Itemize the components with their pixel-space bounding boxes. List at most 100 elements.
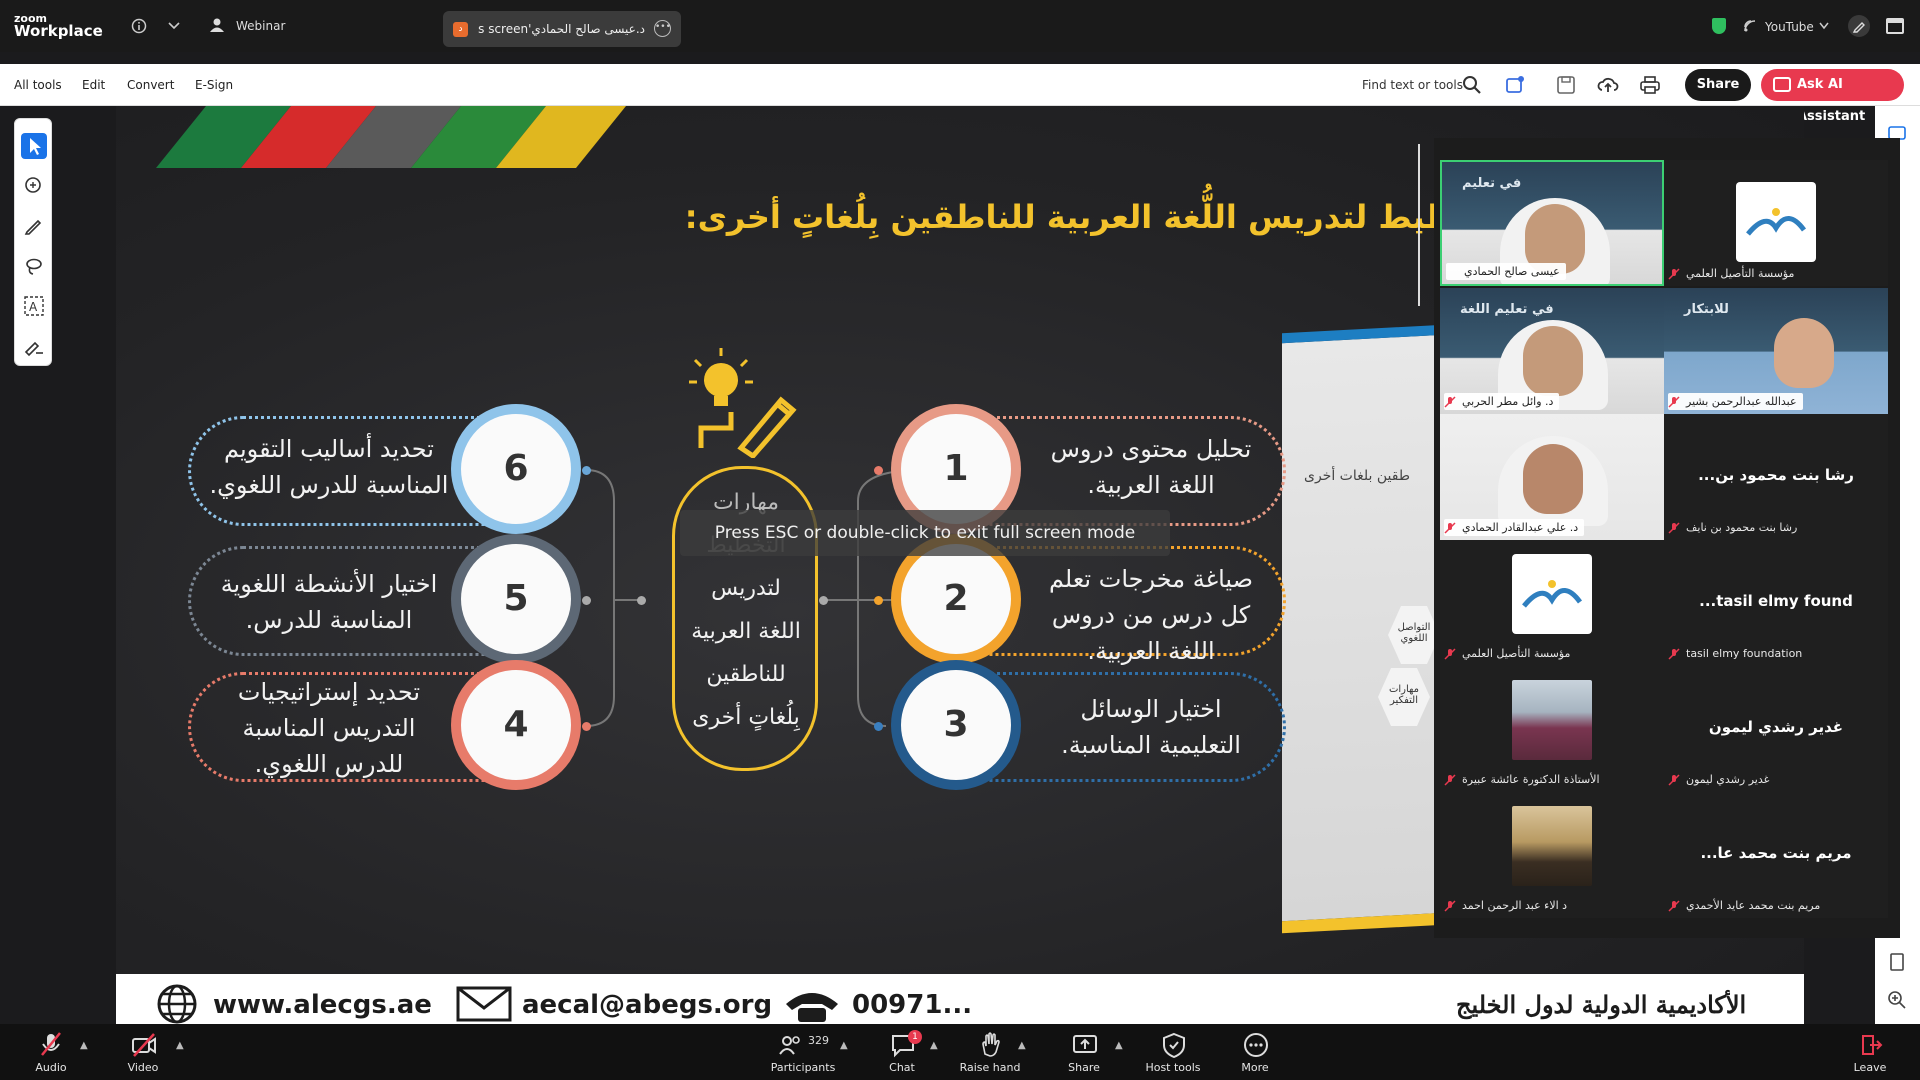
host-tools-button[interactable]: Host tools xyxy=(1128,1030,1218,1076)
participant-tile[interactable]: غدير رشدي ليمون غدير رشدي ليمون xyxy=(1664,666,1888,792)
participant-tile[interactable]: الأستاذة الدكتورة عائشة عبيرة xyxy=(1440,666,1664,792)
participant-tile[interactable]: مريم بنت محمد عا... مريم بنت محمد عايد ا… xyxy=(1664,792,1888,918)
search-icon[interactable] xyxy=(1461,74,1483,96)
menu-e-sign[interactable]: E-Sign xyxy=(195,78,233,92)
step-line: اللغة العربية. xyxy=(1087,471,1215,499)
more-button[interactable]: More xyxy=(1210,1030,1300,1076)
participant-tile[interactable]: د الاء عبد الرحمن احمد xyxy=(1440,792,1664,918)
step-6-text: تحديد أساليب التقويم المناسبة للدرس اللغ… xyxy=(194,431,464,503)
muted-mic-icon xyxy=(1668,900,1680,912)
participant-tile[interactable]: د. علي عبدالقادر الحمادي xyxy=(1440,414,1664,540)
highlight-pen-icon[interactable] xyxy=(21,213,47,239)
backdrop-text: للابتكار xyxy=(1684,302,1729,317)
muted-mic-icon xyxy=(1668,396,1680,408)
connector-dot xyxy=(874,466,883,475)
participant-name: رشا بنت محمود بن نايف xyxy=(1686,521,1798,534)
footer-organization: الأكاديمية الدولية لدول الخليج xyxy=(1456,990,1747,1019)
shared-screen-tab[interactable]: د د.عيسى صالح الحمادي's screen ••• xyxy=(443,11,681,47)
participant-name: مؤسسة التأصيل العلمي xyxy=(1462,647,1571,660)
chat-button[interactable]: 1 Chat xyxy=(857,1030,947,1076)
menu-convert[interactable]: Convert xyxy=(127,78,174,92)
participants-label: Participants xyxy=(770,1061,836,1074)
youtube-stream-label[interactable]: YouTube xyxy=(1765,20,1814,34)
share-options-caret[interactable]: ▲ xyxy=(1115,1040,1123,1051)
participant-display-name: مريم بنت محمد عا... xyxy=(1700,844,1852,862)
read-aloud-icon[interactable] xyxy=(1504,74,1526,96)
menu-edit[interactable]: Edit xyxy=(82,78,105,92)
gallery-resize-handle[interactable] xyxy=(1418,144,1420,306)
participants-options-caret[interactable]: ▲ xyxy=(840,1040,848,1051)
upload-cloud-icon[interactable] xyxy=(1597,74,1619,96)
fill-sign-icon[interactable] xyxy=(21,333,47,359)
video-off-icon xyxy=(132,1033,156,1057)
chevron-down-icon[interactable] xyxy=(168,21,180,31)
raise-hand-button[interactable]: Raise hand xyxy=(945,1030,1035,1076)
slide-footer: www.alecgs.ae aecal@abegs.org 00971... ا… xyxy=(116,974,1804,1024)
draw-lasso-icon[interactable] xyxy=(21,253,47,279)
save-icon[interactable] xyxy=(1555,74,1577,96)
participant-face xyxy=(1523,326,1583,396)
participant-tile[interactable]: رشا بنت محمود بن... رشا بنت محمود بن ناي… xyxy=(1664,414,1888,540)
center-line: للناطقين xyxy=(706,662,786,687)
ask-ai-assistant-button[interactable]: Ask AI Assistant xyxy=(1761,69,1904,124)
annotate-icon[interactable] xyxy=(1847,14,1871,38)
comment-icon[interactable] xyxy=(21,173,47,199)
text-box-icon[interactable]: A xyxy=(21,293,47,319)
organization-logo xyxy=(1736,182,1816,262)
connector-dot xyxy=(582,466,591,475)
video-label: Video xyxy=(127,1061,159,1074)
fullscreen-exit-notice: Press ESC or double-click to exit full s… xyxy=(680,510,1170,556)
step-line: صياغة مخرجات تعلم xyxy=(1048,565,1254,593)
share-screen-button[interactable]: Share xyxy=(1039,1030,1129,1076)
apps-grid-icon[interactable] xyxy=(1884,15,1906,37)
menu-all-tools[interactable]: All tools xyxy=(14,78,62,92)
security-shield-icon[interactable] xyxy=(1712,18,1726,34)
backdrop-text: في تعليم اللغة xyxy=(1460,302,1554,317)
step-line: اختيار الأنشطة اللغوية xyxy=(220,570,438,598)
more-dots-icon xyxy=(1244,1033,1268,1057)
audio-options-caret[interactable]: ▲ xyxy=(80,1040,88,1051)
share-button[interactable]: Share xyxy=(1685,69,1751,101)
step-5-number: 5 xyxy=(461,544,571,654)
participant-tile[interactable]: للابتكار عبدالله عبدالرحمن بشير xyxy=(1664,288,1888,414)
page-thumbnail-icon[interactable] xyxy=(1887,952,1907,972)
select-cursor-icon[interactable] xyxy=(21,133,47,159)
leave-icon xyxy=(1862,1035,1883,1055)
participant-name: الأستاذة الدكتورة عائشة عبيرة xyxy=(1462,773,1600,786)
info-icon[interactable] xyxy=(131,18,147,34)
participant-display-name: رشا بنت محمود بن... xyxy=(1698,466,1854,484)
zoom-in-icon[interactable] xyxy=(1887,990,1907,1010)
lightbulb-pencil-icon xyxy=(689,348,797,458)
muted-mic-icon xyxy=(1668,774,1680,786)
step-line: المناسبة للدرس. xyxy=(245,606,413,634)
leave-button[interactable]: Leave xyxy=(1825,1030,1915,1076)
chevron-down-icon[interactable] xyxy=(1819,22,1829,30)
participant-tile[interactable]: مؤسسة التأصيل العلمي xyxy=(1440,540,1664,666)
print-icon[interactable] xyxy=(1639,74,1661,96)
chat-unread-badge: 1 xyxy=(908,1030,922,1044)
share-screen-icon xyxy=(1073,1035,1097,1053)
step-2-text: صياغة مخرجات تعلم كل درس من دروس اللغة ا… xyxy=(1016,561,1286,669)
left-tool-panel: A xyxy=(14,118,52,366)
participant-photo xyxy=(1512,806,1592,886)
participant-tile[interactable]: مؤسسة التأصيل العلمي xyxy=(1664,160,1888,286)
chat-options-caret[interactable]: ▲ xyxy=(930,1040,938,1051)
video-options-caret[interactable]: ▲ xyxy=(176,1040,184,1051)
step-3-text: اختيار الوسائل التعليمية المناسبة. xyxy=(1016,691,1286,763)
reactions-options-caret[interactable]: ▲ xyxy=(1018,1040,1026,1051)
step-line: التعليمية المناسبة. xyxy=(1061,731,1241,759)
participant-tile[interactable]: في تعليم عيسى صالح الحمادي xyxy=(1440,160,1664,286)
center-line: بِلُغاتٍ أخرى xyxy=(692,705,800,730)
participant-name: tasil elmy foundation xyxy=(1686,647,1803,660)
phone-icon xyxy=(786,993,838,1022)
muted-mic-icon xyxy=(1668,522,1680,534)
more-options-icon[interactable]: ••• xyxy=(654,20,671,37)
connector-dot xyxy=(874,596,883,605)
participants-button[interactable]: 329 Participants xyxy=(748,1030,858,1076)
audio-button[interactable]: Audio xyxy=(6,1030,96,1076)
participant-tile[interactable]: في تعليم اللغة د. وائل مطر الحربي xyxy=(1440,288,1664,414)
find-text-or-tools[interactable]: Find text or tools xyxy=(1362,78,1463,92)
participant-tile[interactable]: tasil elmy found... tasil elmy foundatio… xyxy=(1664,540,1888,666)
video-button[interactable]: Video xyxy=(98,1030,188,1076)
footer-website: www.alecgs.ae xyxy=(213,990,432,1020)
